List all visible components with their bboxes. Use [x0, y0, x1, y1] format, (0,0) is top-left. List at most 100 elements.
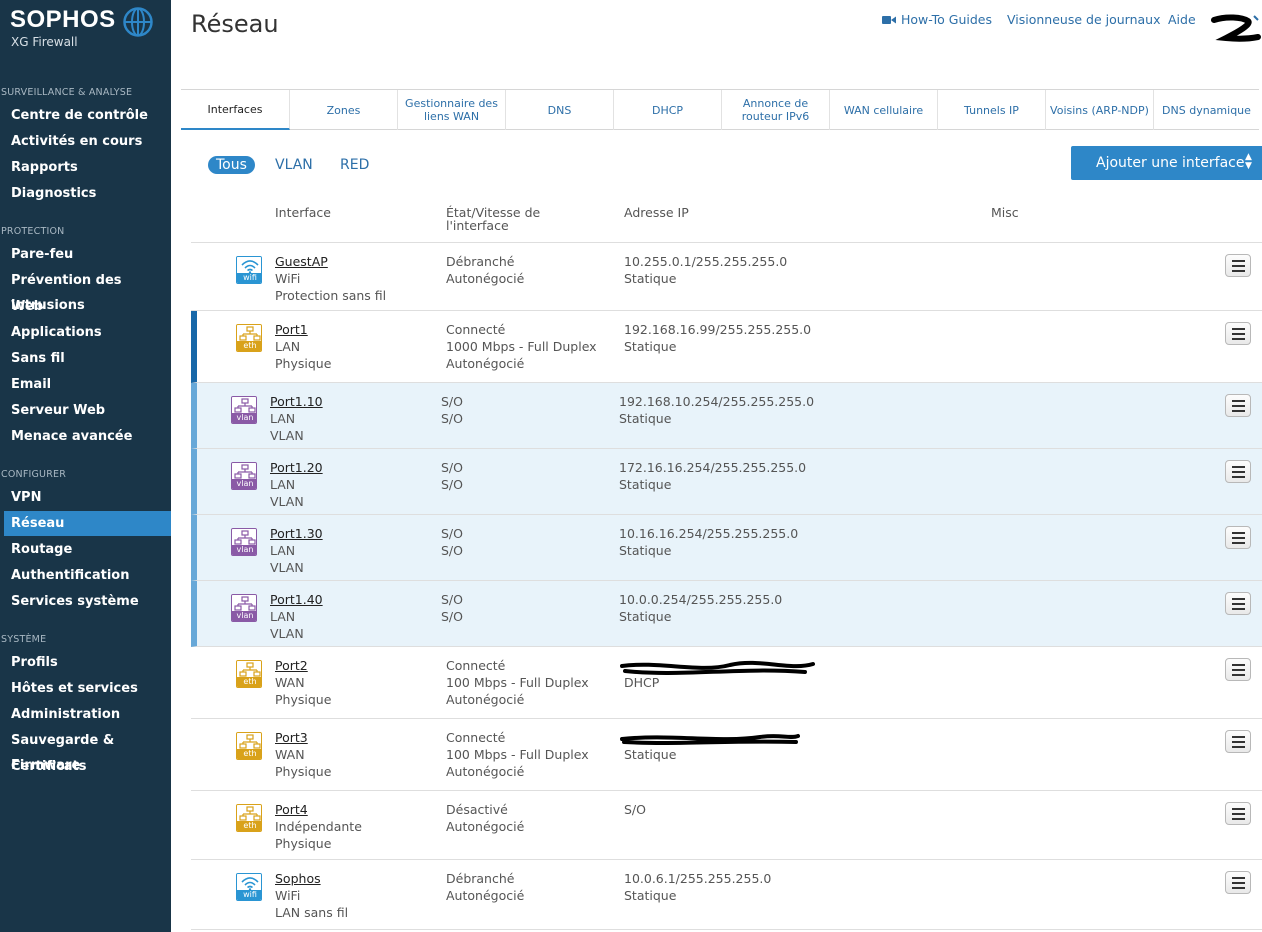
nav-section-protection: PROTECTION: [1, 226, 65, 237]
interface-ip: Statique: [620, 729, 804, 763]
interface-row[interactable]: wifi GuestAP WiFi Protection sans fil Débran…: [191, 242, 1262, 311]
interface-row[interactable]: eth Port4 Indépendante Physique Désactivé Aut…: [191, 791, 1262, 860]
nav-item-rapports[interactable]: Rapports: [4, 155, 171, 180]
nav-item-administration[interactable]: Administration: [4, 702, 171, 727]
row-menu-button[interactable]: [1225, 460, 1251, 483]
tab-dynamic-dns[interactable]: DNS dynamique: [1154, 90, 1259, 130]
howto-guides-link[interactable]: How-To Guides: [882, 12, 992, 27]
nav-item-menace-avancee[interactable]: Menace avancée: [4, 424, 171, 449]
nav-item-centre-de-controle[interactable]: Centre de contrôle: [4, 103, 171, 128]
tab-zones[interactable]: Zones: [290, 90, 398, 130]
nav-item-routage[interactable]: Routage: [4, 537, 171, 562]
nav-item-services-systeme[interactable]: Services système: [4, 589, 171, 614]
nav-item-serveur-web[interactable]: Serveur Web: [4, 398, 171, 423]
interface-info: Port1.20 LAN VLAN: [270, 459, 323, 510]
row-menu-button[interactable]: [1225, 322, 1251, 345]
page-title: Réseau: [191, 10, 279, 38]
interface-row[interactable]: eth Port3 WAN Physique Connecté 100 Mbps - Fu…: [191, 719, 1262, 791]
globe-icon: [123, 7, 153, 37]
ip-mode: Statique: [619, 477, 672, 492]
interface-row[interactable]: vlan Port1.20 LAN VLAN S/O S/O 172.16.16.254/2…: [191, 449, 1262, 515]
state-line-2: Autonégocié: [446, 888, 525, 903]
video-icon: [882, 16, 896, 24]
interface-ip: 172.16.16.254/255.255.255.0 Statique: [619, 459, 806, 493]
brand-logo[interactable]: SOPHOS XG Firewall: [10, 6, 170, 56]
updown-caret-icon: ▲ ▼: [1245, 152, 1252, 171]
interface-row[interactable]: eth Port1 LAN Physique Connecté 1000 Mbps - F…: [191, 311, 1262, 383]
ip-address: 10.16.16.254/255.255.255.0: [619, 526, 799, 541]
interface-row[interactable]: eth Port2 WAN Physique Connecté 100 Mbps - Fu…: [191, 647, 1262, 719]
interface-name-link[interactable]: Port1.20: [270, 459, 323, 476]
ip-mode: Statique: [624, 888, 677, 903]
interface-zone: LAN: [270, 543, 296, 558]
help-link[interactable]: Aide: [1168, 12, 1196, 27]
interface-name-link[interactable]: Port1.30: [270, 525, 323, 542]
tab-wan-link-manager[interactable]: Gestionnaire des liens WAN: [398, 90, 506, 130]
interface-ip: 192.168.10.254/255.255.255.0 Statique: [619, 393, 814, 427]
nav-section-configurer: CONFIGURER: [1, 469, 67, 480]
nav-item-applications[interactable]: Applications: [4, 320, 171, 345]
row-menu-button[interactable]: [1225, 394, 1251, 417]
nav-item-certificats[interactable]: Certificats: [4, 754, 171, 779]
tab-dns[interactable]: DNS: [506, 90, 614, 130]
interface-state: Connecté 100 Mbps - Full Duplex Autonégoci…: [446, 657, 589, 708]
interface-state: S/O S/O: [441, 393, 463, 427]
filter-all[interactable]: Tous: [208, 156, 255, 174]
nav-item-hotes-services[interactable]: Hôtes et services: [4, 676, 171, 701]
icon-tag: eth: [237, 341, 261, 351]
state-line-1: Débranché: [446, 871, 515, 886]
nav-item-prevention-intrusions[interactable]: Prévention des intrusions: [4, 268, 171, 313]
row-menu-button[interactable]: [1225, 730, 1251, 753]
tab-dhcp[interactable]: DHCP: [614, 90, 722, 130]
interface-row[interactable]: vlan Port1.10 LAN VLAN S/O S/O 192.168.10.254/…: [191, 383, 1262, 449]
row-menu-button[interactable]: [1225, 658, 1251, 681]
interface-name-link[interactable]: Port1.40: [270, 591, 323, 608]
nav-item-vpn[interactable]: VPN: [4, 485, 171, 510]
interface-name-link[interactable]: Sophos: [275, 870, 348, 887]
nav-item-authentification[interactable]: Authentification: [4, 563, 171, 588]
interface-name-link[interactable]: Port3: [275, 729, 331, 746]
tab-cellular-wan[interactable]: WAN cellulaire: [830, 90, 938, 130]
row-menu-button[interactable]: [1225, 802, 1251, 825]
interface-row[interactable]: vlan Port1.30 LAN VLAN S/O S/O 10.16.16.254/25…: [191, 515, 1262, 581]
row-menu-button[interactable]: [1225, 871, 1251, 894]
state-line-1: Désactivé: [446, 802, 508, 817]
filter-red[interactable]: RED: [340, 157, 369, 173]
howto-guides-label: How-To Guides: [901, 12, 992, 27]
interface-name-link[interactable]: Port2: [275, 657, 331, 674]
nav-item-email[interactable]: Email: [4, 372, 171, 397]
interface-name-link[interactable]: GuestAP: [275, 253, 386, 270]
row-menu-button[interactable]: [1225, 592, 1251, 615]
nav-item-pare-feu[interactable]: Pare-feu: [4, 242, 171, 267]
vlan-interface-icon: vlan: [231, 396, 257, 424]
tab-ip-tunnels[interactable]: Tunnels IP: [938, 90, 1046, 130]
ip-address: S/O: [624, 802, 646, 817]
eth-interface-icon: eth: [236, 660, 262, 688]
redaction-mark: [620, 734, 800, 745]
state-line-2: 1000 Mbps - Full Duplex: [446, 339, 597, 354]
nav-item-profils[interactable]: Profils: [4, 650, 171, 675]
nav-item-activites-en-cours[interactable]: Activités en cours: [4, 129, 171, 154]
nav-item-diagnostics[interactable]: Diagnostics: [4, 181, 171, 206]
nav-item-sans-fil[interactable]: Sans fil: [4, 346, 171, 371]
log-viewer-link[interactable]: Visionneuse de journaux: [1007, 12, 1160, 27]
user-menu-redacted[interactable]: [1208, 8, 1262, 48]
interface-name-link[interactable]: Port1.10: [270, 393, 323, 410]
nav-item-sauvegarde-firmware[interactable]: Sauvegarde & Firmware: [4, 728, 171, 773]
row-menu-button[interactable]: [1225, 526, 1251, 549]
interface-ip: 10.255.0.1/255.255.255.0 Statique: [624, 253, 804, 287]
state-line-2: S/O: [441, 609, 463, 624]
tab-ipv6-router-advertisement[interactable]: Annonce de routeur IPv6: [722, 90, 830, 130]
filter-vlan[interactable]: VLAN: [275, 157, 313, 173]
tab-neighbors[interactable]: Voisins (ARP-NDP): [1046, 90, 1154, 130]
tab-interfaces[interactable]: Interfaces: [181, 90, 290, 130]
add-interface-button[interactable]: Ajouter une interface ▲ ▼: [1071, 146, 1262, 180]
interface-row[interactable]: wifi Sophos WiFi LAN sans fil Débranché Auton…: [191, 860, 1262, 930]
interface-name-link[interactable]: Port4: [275, 801, 362, 818]
nav-item-web[interactable]: Web: [4, 294, 171, 319]
row-menu-button[interactable]: [1225, 254, 1251, 277]
interface-name-link[interactable]: Port1: [275, 321, 331, 338]
nav-item-reseau[interactable]: Réseau: [4, 511, 171, 536]
state-line-2: 100 Mbps - Full Duplex: [446, 675, 589, 690]
interface-row[interactable]: vlan Port1.40 LAN VLAN S/O S/O 10.0.0.254/255.…: [191, 581, 1262, 647]
